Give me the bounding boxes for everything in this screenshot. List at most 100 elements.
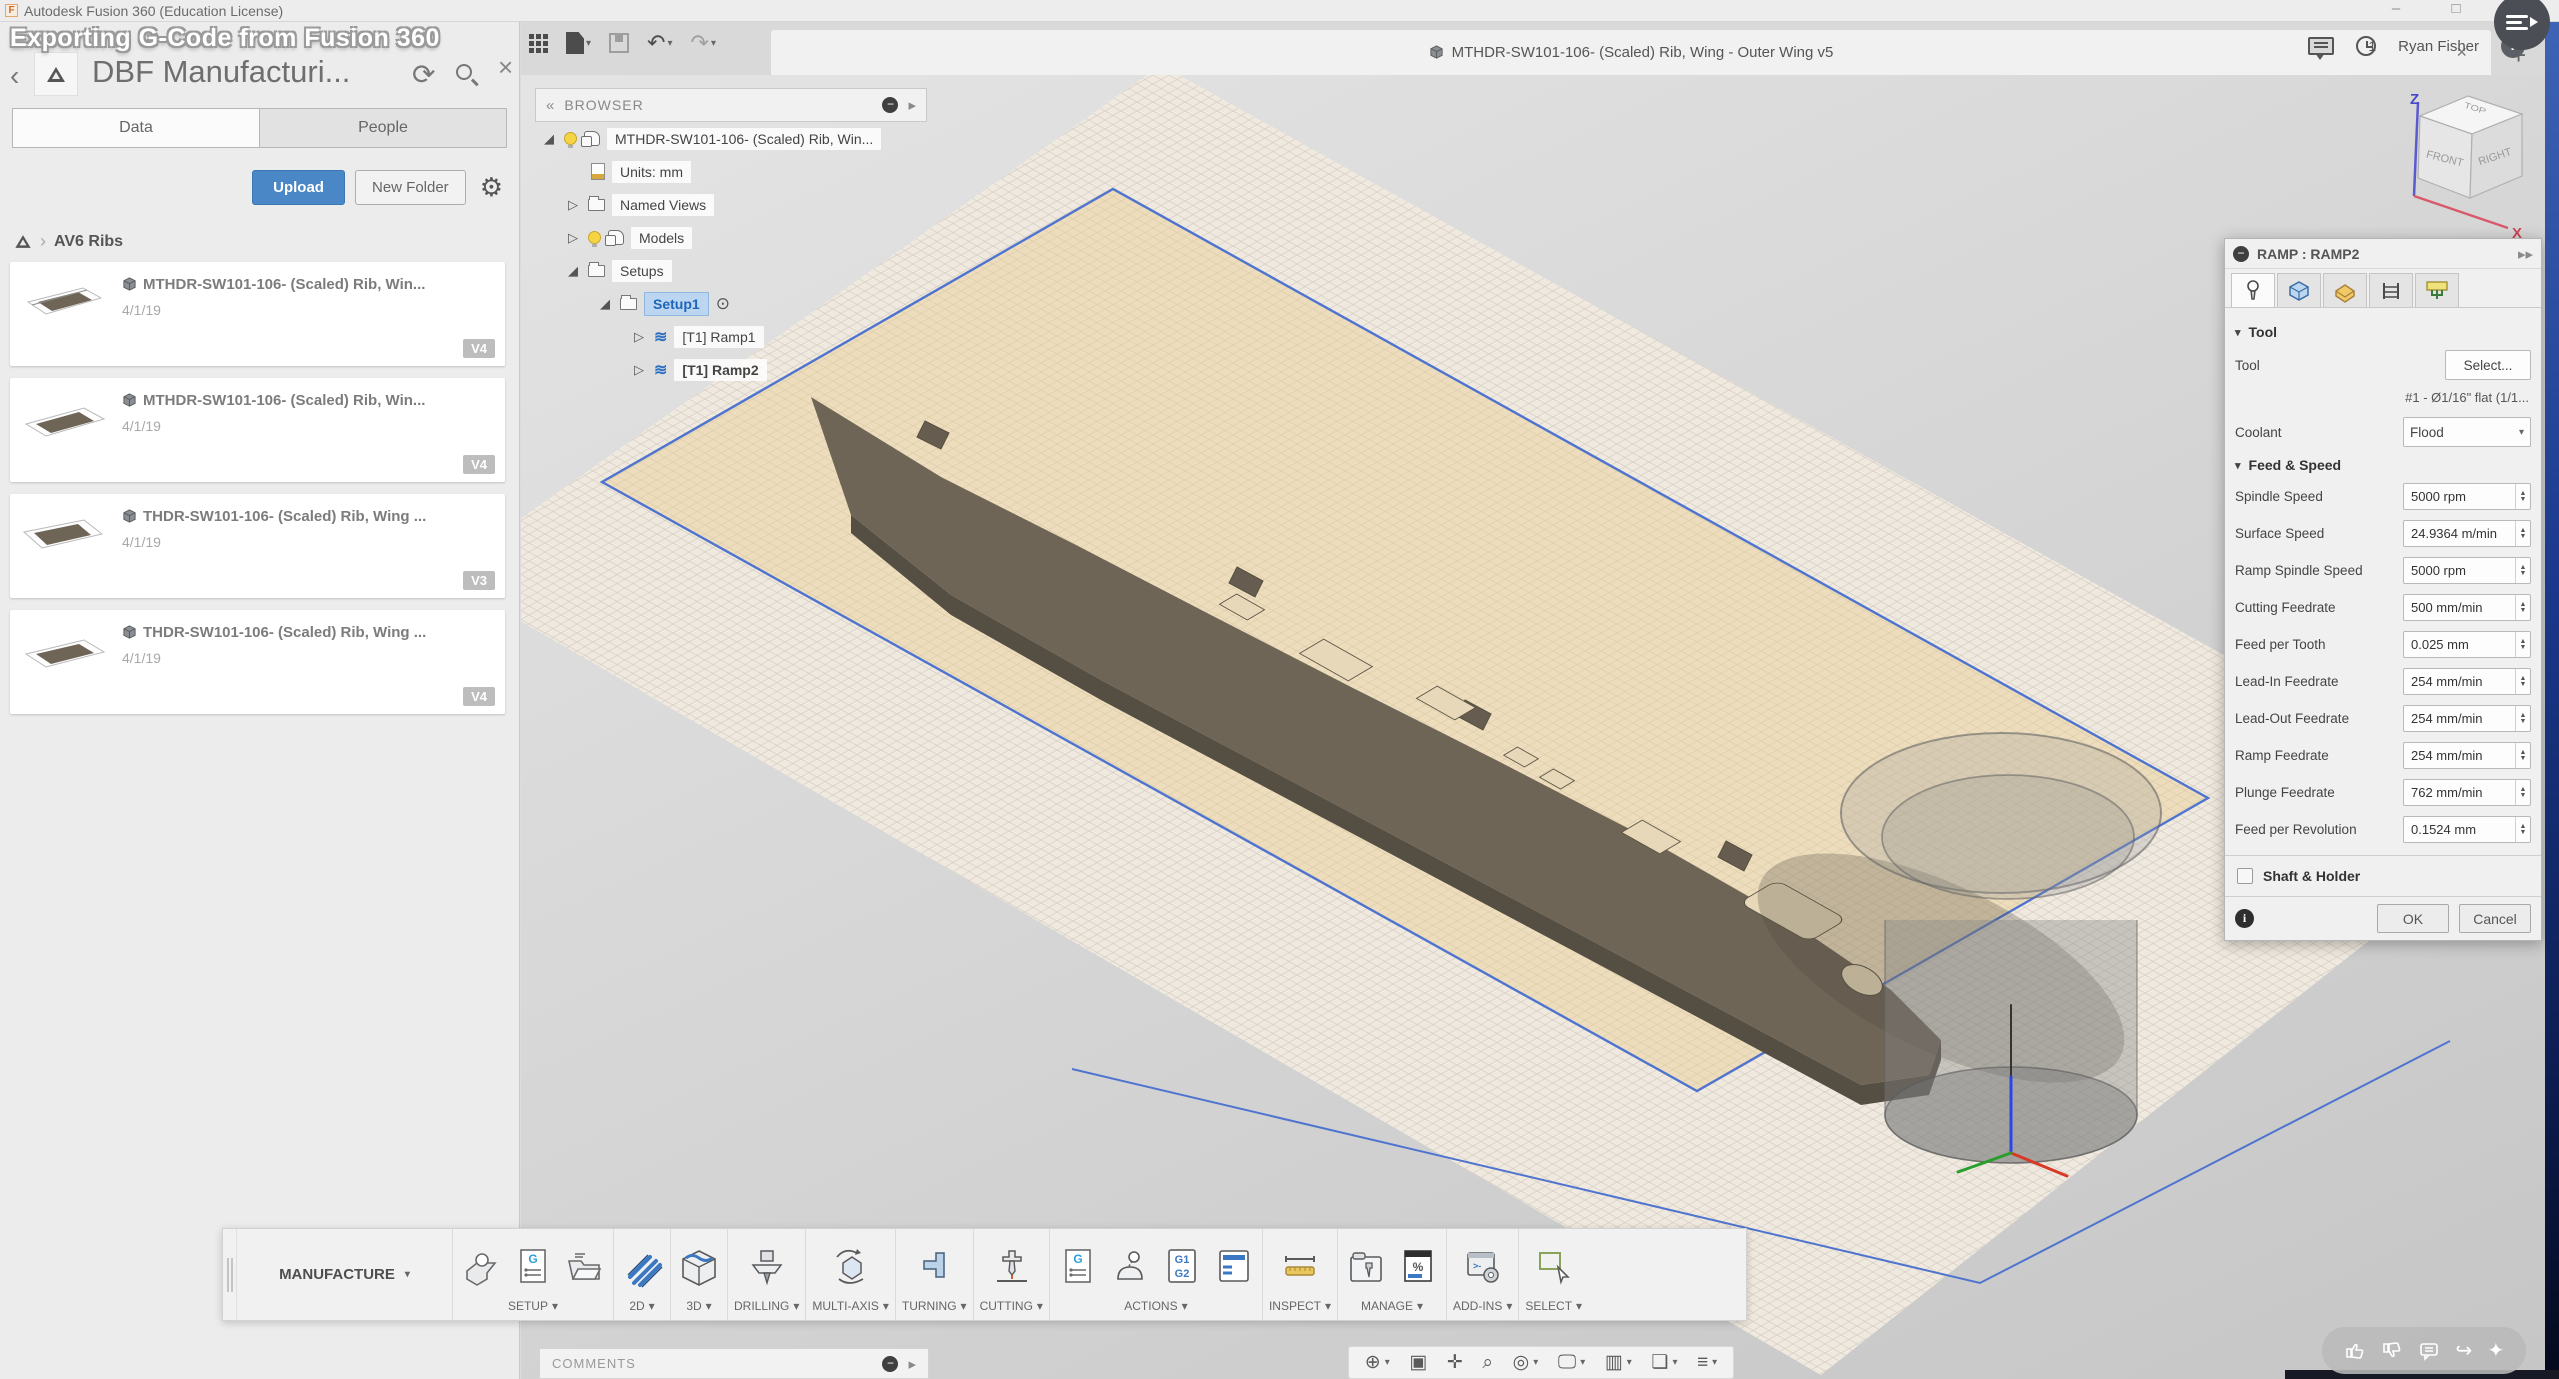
stepper[interactable]: ▲▼ (2515, 780, 2530, 805)
select-menu[interactable]: SELECT▾ (1525, 1299, 1582, 1316)
tab-linking[interactable] (2415, 273, 2459, 307)
setup-folder-icon[interactable] (563, 1245, 607, 1289)
spindle-speed-field[interactable]: 5000 rpm▲▼ (2403, 483, 2531, 510)
thumbs-up-icon[interactable] (2344, 1340, 2366, 1361)
zoom-tool[interactable]: ⌕ (1482, 1353, 1493, 1372)
expand-triangle-icon[interactable]: ◢ (597, 296, 613, 312)
tool-section-header[interactable]: ▾ Tool (2235, 324, 2531, 340)
drilling-icon[interactable] (745, 1245, 789, 1289)
browser-node-setups[interactable]: Setups (612, 260, 672, 282)
feed-per-tooth-field[interactable]: 0.025 mm▲▼ (2403, 631, 2531, 658)
select-icon[interactable] (1532, 1245, 1576, 1289)
ncprogram-icon[interactable] (511, 1245, 555, 1289)
browser-node-units[interactable]: Units: mm (612, 161, 691, 183)
ok-button[interactable]: OK (2377, 904, 2449, 933)
minimize-button[interactable]: – (2383, 0, 2409, 17)
field-value[interactable]: 254 mm/min (2404, 674, 2515, 689)
file-card[interactable]: THDR-SW101-106- (Scaled) Rib, Wing ... 4… (10, 494, 505, 598)
breadcrumb-folder[interactable]: AV6 Ribs (54, 233, 123, 251)
display-settings[interactable]: 🖵▾ (1558, 1353, 1585, 1372)
lead-in-feedrate-field[interactable]: 254 mm/min▲▼ (2403, 668, 2531, 695)
simulate-icon[interactable] (1108, 1245, 1152, 1289)
stepper[interactable]: ▲▼ (2515, 521, 2530, 546)
gear-icon[interactable]: ⚙ (480, 172, 503, 203)
stepper[interactable]: ▲▼ (2515, 558, 2530, 583)
browser-node-models[interactable]: Models (631, 227, 692, 249)
fit-tool[interactable]: ◎▾ (1513, 1353, 1539, 1372)
cancel-button[interactable]: Cancel (2459, 904, 2531, 933)
turning-menu[interactable]: TURNING▾ (902, 1299, 967, 1316)
section-collapse-icon[interactable]: ▾ (2235, 459, 2241, 472)
feed-speed-section-header[interactable]: ▾ Feed & Speed (2235, 457, 2531, 473)
measure-icon[interactable] (1278, 1245, 1322, 1289)
panel-options-icon[interactable]: − (882, 97, 898, 113)
panel-expand-icon[interactable]: ▸ (908, 96, 916, 114)
version-badge[interactable]: V4 (463, 339, 495, 358)
undo-icon[interactable]: ↶ (647, 32, 665, 54)
scripts-addins-icon[interactable] (1461, 1245, 1505, 1289)
post-process-icon[interactable] (1160, 1245, 1204, 1289)
turning-icon[interactable] (912, 1245, 956, 1289)
pan-tool[interactable]: ✛ (1447, 1353, 1463, 1372)
feedback-bubble-icon[interactable] (2308, 37, 2334, 55)
version-badge[interactable]: V4 (463, 455, 495, 474)
collapsed-triangle-icon[interactable]: ▷ (631, 329, 647, 345)
panel-options-icon[interactable]: − (882, 1356, 898, 1372)
field-value[interactable]: 5000 rpm (2404, 489, 2515, 504)
field-value[interactable]: 24.9364 m/min (2404, 526, 2515, 541)
visibility-bulb-icon[interactable] (588, 231, 601, 244)
dialog-grip-icon[interactable]: − (2233, 246, 2249, 262)
browser-node-ramp1[interactable]: [T1] Ramp1 (674, 326, 763, 348)
2d-pocket-icon[interactable] (620, 1245, 664, 1289)
tab-tool[interactable] (2231, 273, 2275, 307)
field-value[interactable]: 0.1524 mm (2404, 822, 2515, 837)
plunge-feedrate-field[interactable]: 762 mm/min▲▼ (2403, 779, 2531, 806)
tool-select-button[interactable]: Select... (2445, 350, 2531, 380)
browser-root-node[interactable]: MTHDR-SW101-106- (Scaled) Rib, Win... (607, 128, 881, 150)
surface-speed-field[interactable]: 24.9364 m/min▲▼ (2403, 520, 2531, 547)
2d-menu[interactable]: 2D▾ (629, 1299, 654, 1316)
3d-adaptive-icon[interactable] (677, 1245, 721, 1289)
new-setup-icon[interactable] (459, 1245, 503, 1289)
lead-out-feedrate-field[interactable]: 254 mm/min▲▼ (2403, 705, 2531, 732)
field-value[interactable]: 254 mm/min (2404, 748, 2515, 763)
tab-passes[interactable] (2369, 273, 2413, 307)
expand-triangle-icon[interactable]: ◢ (565, 263, 581, 279)
stepper[interactable]: ▲▼ (2515, 484, 2530, 509)
search-icon[interactable] (456, 64, 472, 80)
collapse-panel-icon[interactable]: « (546, 97, 554, 114)
cutting-icon[interactable] (989, 1245, 1033, 1289)
feed-per-revolution-field[interactable]: 0.1524 mm▲▼ (2403, 816, 2531, 843)
workspace-selector[interactable]: MANUFACTURE ▾ (237, 1229, 453, 1320)
maximize-button[interactable]: □ (2443, 0, 2469, 17)
inspect-menu[interactable]: INSPECT▾ (1269, 1299, 1331, 1316)
tab-geometry[interactable] (2277, 273, 2321, 307)
stepper[interactable]: ▲▼ (2515, 595, 2530, 620)
collapsed-triangle-icon[interactable]: ▷ (565, 197, 581, 213)
viewcube[interactable]: Z X TOP FRONT RIGHT (2380, 88, 2550, 248)
visibility-bulb-icon[interactable] (564, 132, 577, 145)
file-card[interactable]: MTHDR-SW101-106- (Scaled) Rib, Win... 4/… (10, 262, 505, 366)
file-card[interactable]: MTHDR-SW101-106- (Scaled) Rib, Win... 4/… (10, 378, 505, 482)
thumbs-down-icon[interactable] (2381, 1340, 2403, 1361)
section-collapse-icon[interactable]: ▾ (2235, 326, 2241, 339)
field-value[interactable]: 0.025 mm (2404, 637, 2515, 652)
comment-icon[interactable] (2418, 1340, 2440, 1361)
browser-node-setup1[interactable]: Setup1 (644, 292, 709, 316)
user-name[interactable]: Ryan Fisher (2398, 38, 2479, 55)
field-value[interactable]: 254 mm/min (2404, 711, 2515, 726)
version-badge[interactable]: V4 (463, 687, 495, 706)
dialog-header[interactable]: − RAMP : RAMP2 ▸▸ (2225, 239, 2541, 269)
field-value[interactable]: 500 mm/min (2404, 600, 2515, 615)
browser-header[interactable]: « BROWSER − ▸ (535, 88, 927, 122)
stepper[interactable]: ▲▼ (2515, 743, 2530, 768)
panel-expand-icon[interactable]: ▸ (908, 1355, 916, 1373)
browser-node-ramp2[interactable]: [T1] Ramp2 (674, 359, 766, 381)
cutting-feedrate-field[interactable]: 500 mm/min▲▼ (2403, 594, 2531, 621)
expand-triangle-icon[interactable]: ◢ (541, 131, 557, 147)
steps-toggle[interactable]: ≡▾ (1697, 1353, 1717, 1372)
viewports[interactable]: ❏▾ (1651, 1353, 1677, 1372)
new-folder-button[interactable]: New Folder (355, 170, 466, 205)
share-icon[interactable]: ↪ (2455, 1338, 2472, 1363)
collapsed-triangle-icon[interactable]: ▷ (631, 362, 647, 378)
